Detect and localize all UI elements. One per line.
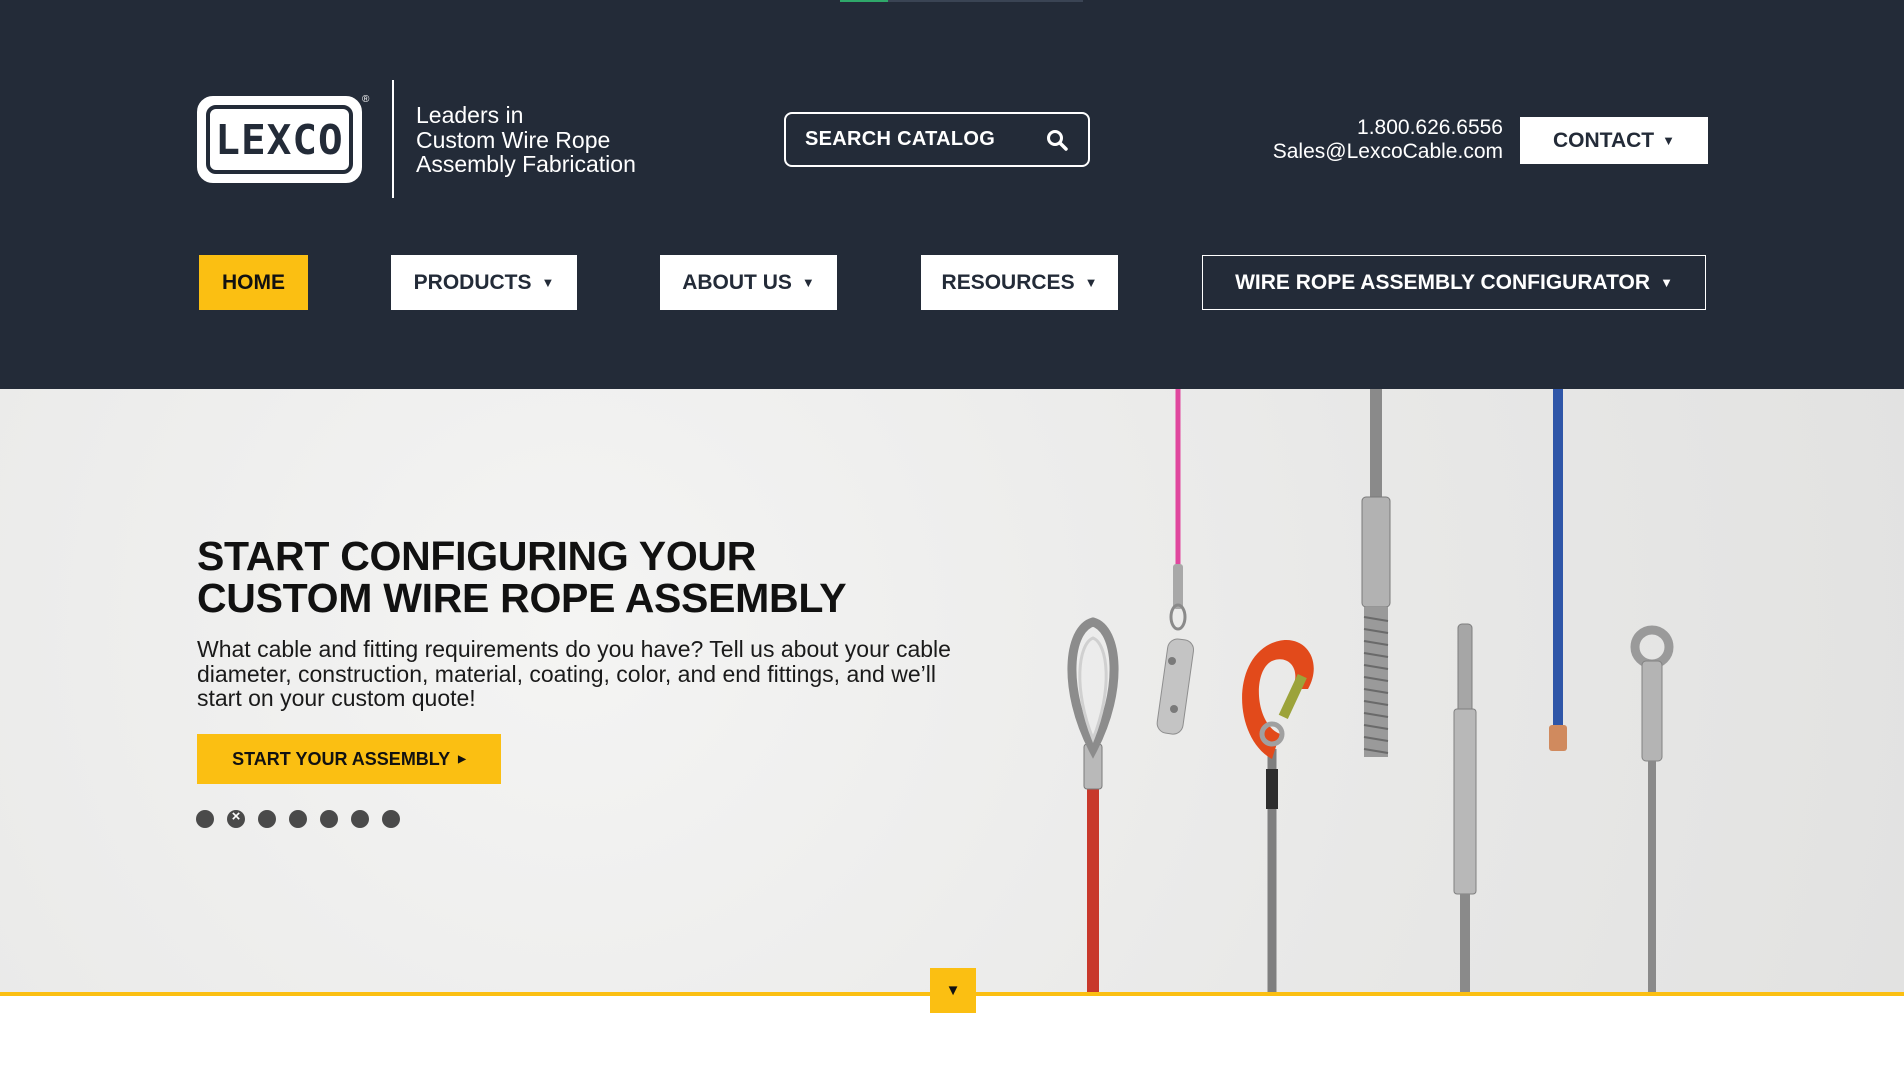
nav-home[interactable]: HOME (199, 255, 308, 310)
slider-dot[interactable] (196, 810, 214, 828)
nav-about-us[interactable]: ABOUT US ▼ (660, 255, 837, 310)
chevron-down-icon: ▼ (541, 275, 555, 290)
page: LEXCO ® Leaders in Custom Wire Rope Asse… (0, 0, 1904, 1080)
slider-pagination (196, 808, 400, 828)
slider-dot[interactable] (351, 810, 369, 828)
page-progress-bar (840, 0, 1083, 2)
swaged-stud-cable (1453, 623, 1477, 993)
contact-button[interactable]: CONTACT ▼ (1520, 117, 1708, 164)
nav-resources[interactable]: RESOURCES ▼ (921, 255, 1118, 310)
chevron-down-icon: ▼ (1662, 133, 1675, 148)
lexco-logo[interactable]: LEXCO (197, 96, 362, 183)
slider-dot[interactable] (320, 810, 338, 828)
tagline-line-2: Custom Wire Rope (416, 126, 611, 153)
hero-title-line-1: START CONFIGURING YOUR (197, 533, 757, 579)
slider-dot[interactable] (289, 810, 307, 828)
slider-dot[interactable] (227, 808, 245, 828)
logo-divider (392, 80, 394, 198)
chevron-down-icon: ▼ (1084, 275, 1098, 290)
nav-configurator-label: WIRE ROPE ASSEMBLY CONFIGURATOR (1235, 270, 1651, 294)
search-catalog-label: SEARCH CATALOG (805, 128, 996, 150)
blue-cable-stop (1549, 389, 1567, 751)
slider-dot[interactable] (258, 810, 276, 828)
eye-end-cable (1630, 625, 1674, 993)
company-tagline: Leaders in Custom Wire Rope Assembly Fab… (416, 103, 676, 177)
page-progress-fill (840, 0, 888, 2)
hero-title: START CONFIGURING YOUR CUSTOM WIRE ROPE … (197, 535, 957, 619)
nav-products[interactable]: PRODUCTS ▼ (391, 255, 577, 310)
hero-slider: START CONFIGURING YOUR CUSTOM WIRE ROPE … (0, 389, 1904, 993)
scroll-down-button[interactable]: ▼ (930, 968, 976, 1013)
chevron-right-icon: ▶ (458, 753, 466, 765)
tagline-line-3: Assembly Fabrication (416, 151, 636, 177)
thimble-eye-cable (1067, 617, 1119, 993)
slider-dot[interactable] (382, 810, 400, 828)
chevron-down-icon: ▼ (945, 982, 961, 999)
logo-inner-frame: LEXCO (206, 105, 353, 174)
hero-title-line-2: CUSTOM WIRE ROPE ASSEMBLY (197, 575, 847, 621)
nav-home-label: HOME (222, 270, 285, 294)
nav-wire-rope-configurator[interactable]: WIRE ROPE ASSEMBLY CONFIGURATOR ▼ (1202, 255, 1706, 310)
site-header: LEXCO ® Leaders in Custom Wire Rope Asse… (0, 0, 1904, 389)
registered-mark-icon: ® (362, 94, 370, 105)
threaded-stud-cable (1361, 389, 1391, 757)
chevron-down-icon: ▼ (1660, 275, 1673, 290)
pink-cable-tab (1156, 389, 1195, 735)
chevron-down-icon: ▼ (801, 275, 815, 290)
contact-label: CONTACT (1553, 128, 1655, 152)
nav-products-label: PRODUCTS (413, 270, 532, 294)
nav-resources-label: RESOURCES (941, 270, 1075, 294)
wire-rope-assemblies-image (1067, 389, 1674, 993)
search-catalog-button[interactable]: SEARCH CATALOG (784, 112, 1090, 167)
email-link[interactable]: Sales@LexcoCable.com (1273, 140, 1503, 164)
nav-about-label: ABOUT US (682, 270, 792, 294)
logo-text: LEXCO (215, 115, 344, 164)
start-assembly-label: START YOUR ASSEMBLY (232, 748, 451, 769)
tagline-line-1: Leaders in (416, 102, 524, 128)
search-icon (1047, 129, 1068, 151)
start-assembly-button[interactable]: START YOUR ASSEMBLY ▶ (197, 734, 501, 784)
hero-description: What cable and fitting requirements do y… (197, 636, 951, 711)
orange-hook-cable (1242, 640, 1314, 993)
phone-link[interactable]: 1.800.626.6556 (1357, 116, 1503, 140)
